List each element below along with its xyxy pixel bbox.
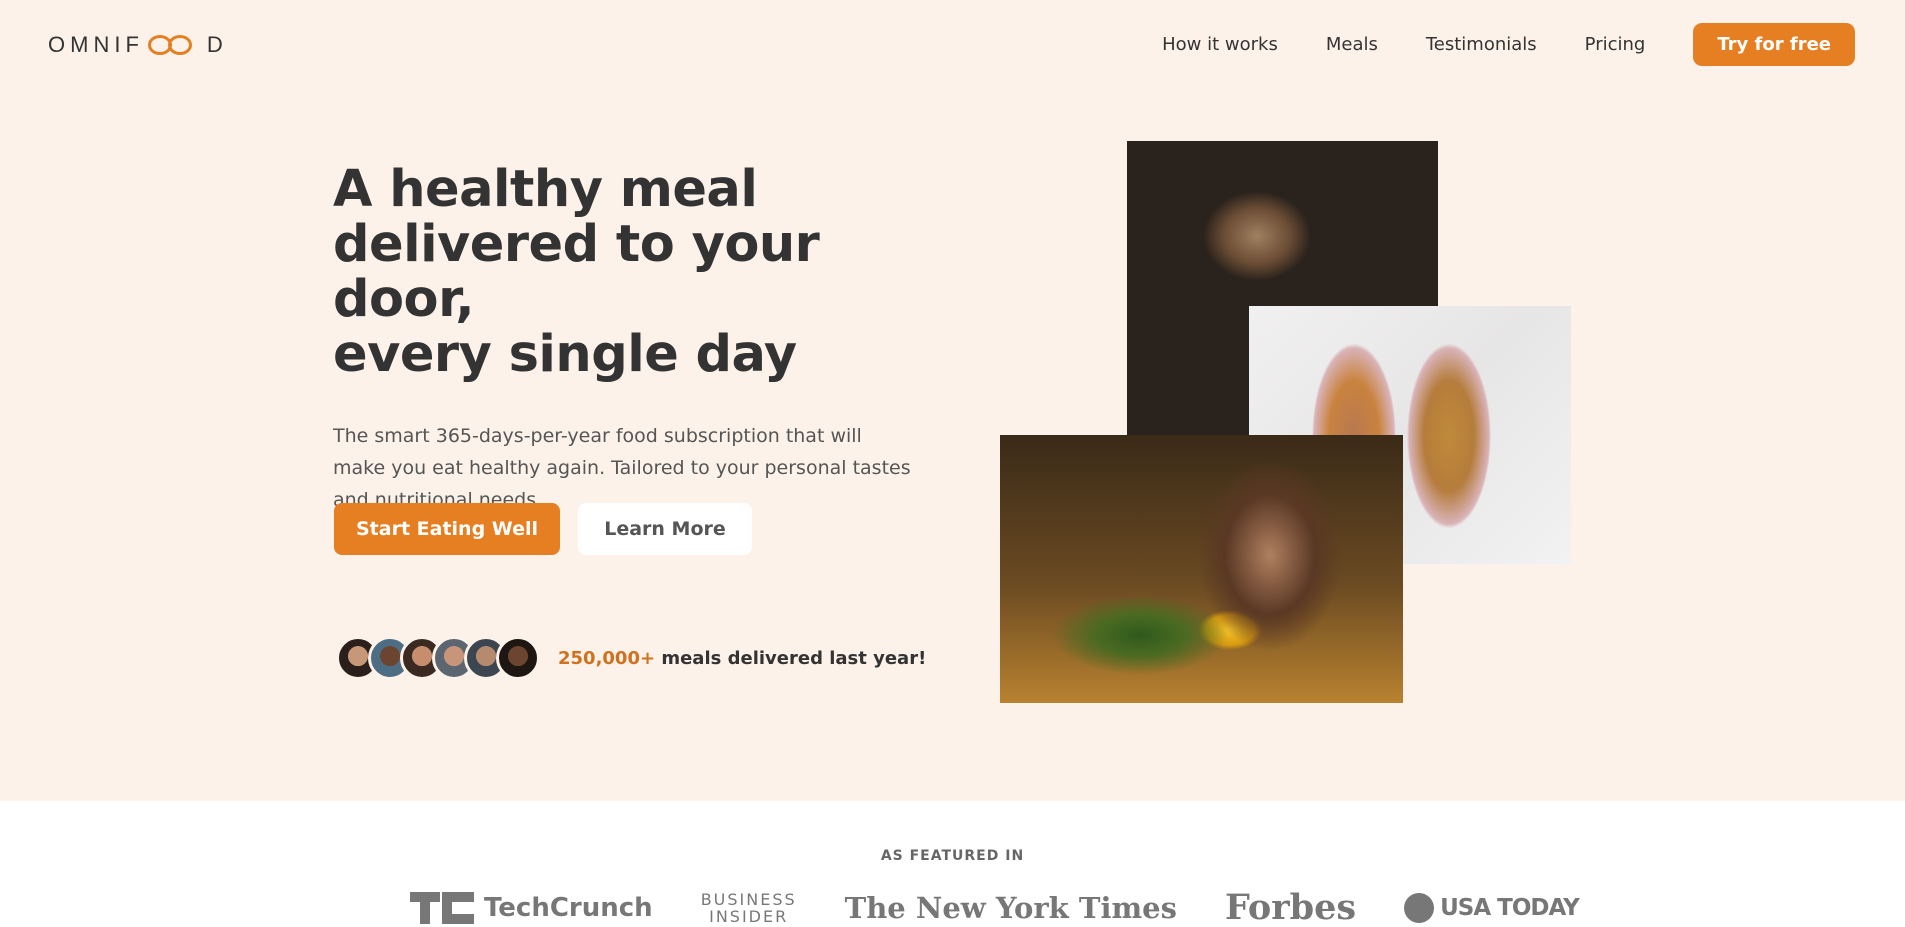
nav-pricing[interactable]: Pricing bbox=[1585, 34, 1646, 55]
techcrunch-logo: TechCrunch bbox=[410, 891, 653, 924]
omnifood-logo[interactable]: OMNIF D bbox=[48, 32, 228, 58]
techcrunch-icon bbox=[410, 891, 474, 924]
avatar bbox=[496, 636, 540, 680]
usa-today-wordmark: USA TODAY bbox=[1440, 894, 1580, 921]
delivered-count: 250,000+ bbox=[558, 647, 656, 669]
press-logos: TechCrunch BUSINESS INSIDER The New York… bbox=[410, 887, 1580, 927]
business-insider-line2: INSIDER bbox=[709, 906, 789, 926]
nav-meals[interactable]: Meals bbox=[1326, 34, 1378, 55]
nyt-logo: The New York Times bbox=[844, 890, 1177, 925]
try-for-free-button[interactable]: Try for free bbox=[1693, 23, 1855, 66]
usa-today-logo: USA TODAY bbox=[1404, 892, 1580, 923]
site-header: OMNIF D How it works Meals Testimonials P… bbox=[0, 0, 1905, 90]
featured-in-section: AS FEATURED IN TechCrunch BUSINESS INSID… bbox=[0, 801, 1905, 927]
delivered-stat: 250,000+ meals delivered last year! bbox=[558, 648, 926, 669]
hero-description: The smart 365-days-per-year food subscri… bbox=[333, 425, 911, 511]
delivered-text: meals delivered last year! bbox=[655, 647, 927, 669]
featured-in-heading: AS FEATURED IN bbox=[880, 848, 1025, 864]
nav-how-it-works[interactable]: How it works bbox=[1162, 34, 1278, 55]
customer-avatars bbox=[336, 636, 540, 680]
hero-title: A healthy meal delivered to your door, e… bbox=[333, 162, 933, 382]
main-nav: How it works Meals Testimonials Pricing … bbox=[1162, 23, 1855, 66]
business-insider-logo: BUSINESS INSIDER bbox=[701, 891, 797, 925]
hero-title-line3: every single day bbox=[333, 325, 797, 384]
techcrunch-wordmark: TechCrunch bbox=[484, 892, 653, 923]
business-insider-line1: BUSINESS bbox=[700, 889, 797, 909]
hero-text: A healthy meal delivered to your door, e… bbox=[333, 162, 933, 516]
start-eating-well-button[interactable]: Start Eating Well bbox=[334, 503, 560, 555]
learn-more-button[interactable]: Learn More bbox=[578, 503, 752, 555]
hero-buttons: Start Eating Well Learn More bbox=[334, 503, 752, 555]
nav-testimonials[interactable]: Testimonials bbox=[1426, 34, 1537, 55]
hero-title-line2: delivered to your door, bbox=[333, 215, 820, 329]
infinity-icon bbox=[144, 33, 204, 57]
forbes-logo: Forbes bbox=[1224, 887, 1357, 927]
hero-image-woman-eating bbox=[1000, 435, 1403, 703]
hero-title-line1: A healthy meal bbox=[333, 160, 758, 219]
delivered-meals: 250,000+ meals delivered last year! bbox=[336, 636, 926, 680]
usa-today-icon bbox=[1404, 892, 1435, 923]
